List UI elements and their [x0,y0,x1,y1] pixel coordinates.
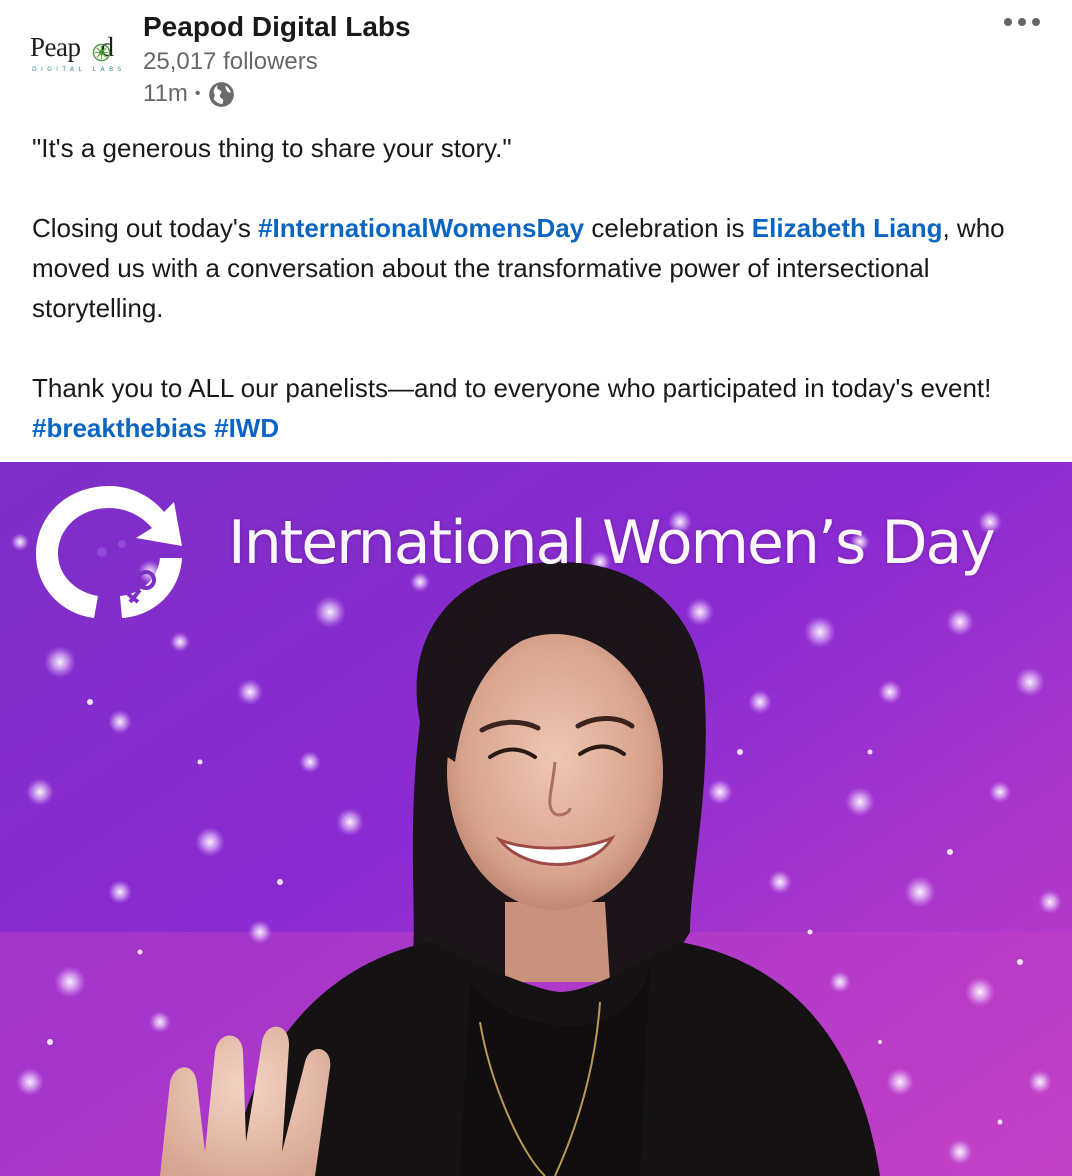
ellipsis-icon [1004,18,1012,26]
follower-count: 25,017 followers [143,48,318,75]
text-span: celebration is [584,213,752,243]
leaf-icon [92,43,111,62]
post-paragraph-3: Thank you to ALL our panelists—and to ev… [32,368,1042,448]
meta-separator: • [194,85,201,102]
text-span: Closing out today's [32,213,259,243]
company-logo[interactable]: Peap d DIGITAL LABS [28,22,132,78]
more-options-button[interactable] [994,6,1050,38]
ellipsis-dot [1018,18,1026,26]
logo-subtitle: DIGITAL LABS [32,66,126,73]
iwd-banner-text: International Women’s Day [228,508,996,578]
hashtag-iwd[interactable]: #IWD [214,413,279,443]
post-paragraph-2: Closing out today's #InternationalWomens… [32,208,1042,328]
globe-icon [208,81,234,107]
hashtag-breakthebias[interactable]: #breakthebias [32,413,207,443]
company-name[interactable]: Peapod Digital Labs [143,10,411,44]
iwd-symbol-icon [36,486,182,618]
mention-elizabeth-liang[interactable]: Elizabeth Liang [752,213,943,243]
post-time: 11m [143,80,188,107]
post-quote: "It's a generous thing to share your sto… [32,133,512,163]
post-body: "It's a generous thing to share your sto… [32,128,1042,448]
text-span: Thank you to ALL our panelists—and to ev… [32,373,992,403]
post-header: Peap d DIGITAL LABS Peapod Digital Labs 2… [0,0,1072,120]
post-meta: 11m • [143,79,235,109]
hashtag-international-womens-day[interactable]: #InternationalWomensDay [258,213,584,243]
ellipsis-dot [1032,18,1040,26]
post-image[interactable]: International Women’s Day [0,462,1072,1176]
